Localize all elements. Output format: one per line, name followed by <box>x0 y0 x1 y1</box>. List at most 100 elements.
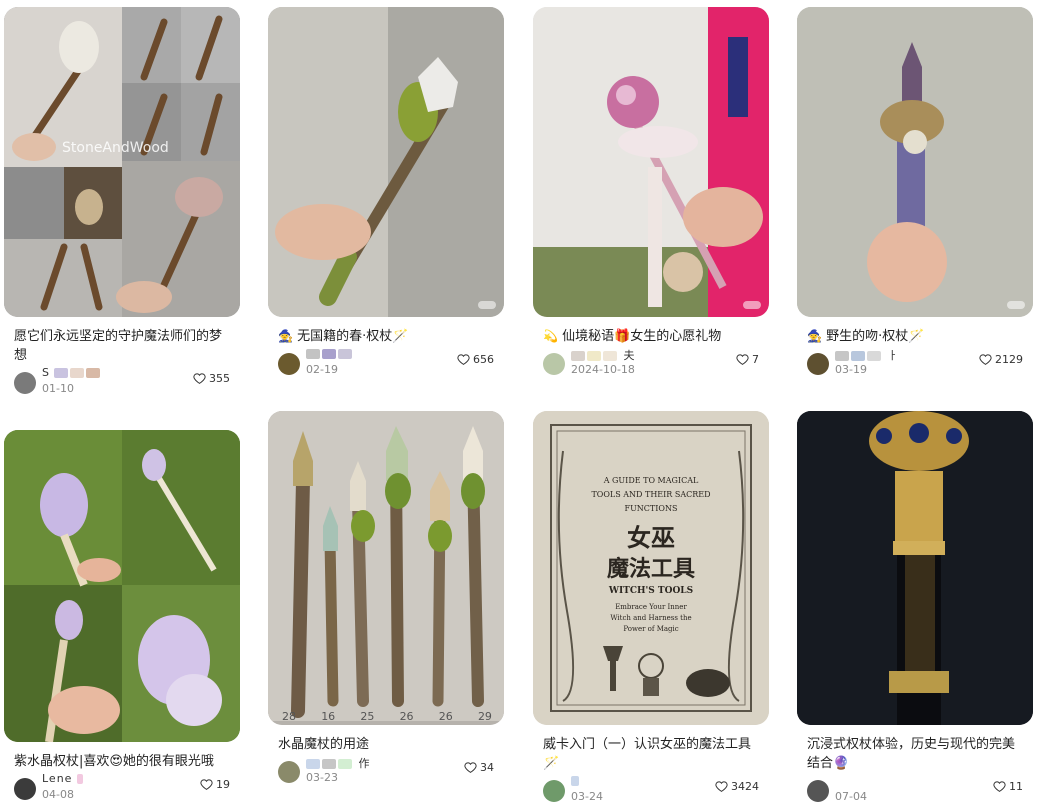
note-card[interactable]: StoneAndWood 愿它们永远坚定的守护魔法师们的梦想 S 01-10 3… <box>4 7 240 396</box>
wizard-icon: 🧙 <box>278 329 293 343</box>
heart-icon <box>715 781 728 792</box>
note-card[interactable]: 28 16 25 26 26 29 水晶魔杖的用途 作 03-23 34 <box>268 411 504 785</box>
avatar[interactable] <box>543 780 565 802</box>
avatar[interactable] <box>14 778 36 800</box>
heart-icon <box>736 354 749 365</box>
note-cover-image[interactable] <box>533 7 769 317</box>
avatar[interactable] <box>278 761 300 783</box>
stick-number: 16 <box>321 710 336 723</box>
note-meta: 03-24 3424 <box>543 776 759 804</box>
note-cover-image[interactable] <box>797 7 1033 317</box>
note-meta: 07-04 11 <box>807 780 1023 804</box>
author-name[interactable]: 作 <box>306 755 371 771</box>
note-meta: S 01-10 355 <box>14 366 230 396</box>
note-title[interactable]: 水晶魔杖的用途 <box>278 735 494 754</box>
heart-icon <box>457 354 470 365</box>
note-title[interactable]: 紫水晶权杖|喜欢😍她的很有眼光哦 <box>14 752 230 771</box>
avatar[interactable] <box>14 372 36 394</box>
author-name[interactable]: S <box>42 366 102 379</box>
note-cover-image[interactable]: 28 16 25 26 26 29 <box>268 411 504 725</box>
post-date: 04-08 <box>42 788 74 801</box>
note-cover-image[interactable] <box>4 430 240 742</box>
heart-icon <box>200 779 213 790</box>
book-subtitle-line1: A GUIDE TO MAGICAL <box>603 476 699 485</box>
note-title[interactable]: 威卡入门（一）认识女巫的魔法工具🪄 <box>543 735 759 773</box>
note-card[interactable]: 沉浸式权杖体验，历史与现代的完美结合🔮 07-04 11 <box>797 411 1033 804</box>
heart-icon <box>464 762 477 773</box>
author-name[interactable]: Lene <box>42 772 85 785</box>
post-date: 07-04 <box>835 790 867 803</box>
book-subtitle-line3: FUNCTIONS <box>625 504 678 513</box>
like-count: 11 <box>1009 780 1023 793</box>
watermark-text: StoneAndWood <box>62 140 169 156</box>
note-cover-image[interactable]: A GUIDE TO MAGICAL TOOLS AND THEIR SACRE… <box>533 411 769 725</box>
note-meta: 02-19 656 <box>278 349 494 377</box>
post-date: 2024-10-18 <box>571 363 635 376</box>
like-button[interactable]: 34 <box>464 761 494 774</box>
note-title[interactable]: 🧙 野生的吻·权杖🪄 <box>807 327 1023 346</box>
like-count: 3424 <box>731 780 759 793</box>
note-card[interactable]: A GUIDE TO MAGICAL TOOLS AND THEIR SACRE… <box>533 411 769 804</box>
author-name[interactable] <box>306 347 354 360</box>
note-title[interactable]: 💫 仙境秘语🎁女生的心愿礼物 <box>543 327 759 346</box>
note-card[interactable]: 🧙 野生的吻·权杖🪄 ㅏ 03-19 2129 <box>797 7 1033 377</box>
book-title-en: WITCH'S TOOLS <box>608 586 693 596</box>
stick-number: 29 <box>477 710 492 723</box>
note-card[interactable]: 💫 仙境秘语🎁女生的心愿礼物 夫 2024-10-18 7 <box>533 7 769 377</box>
like-count: 19 <box>216 778 230 791</box>
book-tagline-2: Witch and Harness the <box>610 614 691 622</box>
author-name[interactable]: ㅏ <box>835 347 899 363</box>
avatar[interactable] <box>807 780 829 802</box>
stick-number: 28 <box>282 710 296 723</box>
like-button[interactable]: 7 <box>736 353 759 366</box>
book-title-zh-line1: 女巫 <box>627 523 675 552</box>
sparkle-icon: 💫 <box>543 329 558 343</box>
like-count: 656 <box>473 353 494 366</box>
post-date: 03-24 <box>571 790 603 803</box>
note-meta: 作 03-23 34 <box>278 757 494 785</box>
author-name[interactable]: 夫 <box>571 347 636 363</box>
like-count: 2129 <box>995 353 1023 366</box>
like-button[interactable]: 2129 <box>979 353 1023 366</box>
note-card[interactable]: 🧙 无国籍的春·权杖🪄 02-19 656 <box>268 7 504 377</box>
post-date: 03-19 <box>835 363 867 376</box>
like-button[interactable]: 11 <box>993 780 1023 793</box>
note-meta: 夫 2024-10-18 7 <box>543 349 759 377</box>
stick-number: 26 <box>399 710 414 723</box>
like-button[interactable]: 19 <box>200 778 230 791</box>
note-cover-image[interactable] <box>797 411 1033 725</box>
note-feed: StoneAndWood 愿它们永远坚定的守护魔法师们的梦想 S 01-10 3… <box>0 0 1038 808</box>
book-tagline-3: Power of Magic <box>623 625 678 633</box>
note-meta: Lene 04-08 19 <box>14 772 230 802</box>
book-title-zh-line2: 魔法工具 <box>607 556 695 582</box>
avatar[interactable] <box>278 353 300 375</box>
like-count: 7 <box>752 353 759 366</box>
image-count-badge <box>478 301 496 309</box>
note-meta: ㅏ 03-19 2129 <box>807 349 1023 377</box>
book-subtitle-line2: TOOLS AND THEIR SACRED <box>591 490 710 499</box>
avatar[interactable] <box>543 353 565 375</box>
heart-icon <box>993 781 1006 792</box>
stick-number: 25 <box>360 710 375 723</box>
heart-icon <box>193 373 206 384</box>
note-title[interactable]: 沉浸式权杖体验，历史与现代的完美结合🔮 <box>807 735 1023 773</box>
note-title[interactable]: 🧙 无国籍的春·权杖🪄 <box>278 327 494 346</box>
note-cover-image[interactable] <box>268 7 504 317</box>
image-count-badge <box>743 301 761 309</box>
stick-number-row: 28 16 25 26 26 29 <box>282 710 492 723</box>
author-name[interactable] <box>571 774 581 787</box>
note-card[interactable]: 紫水晶权杖|喜欢😍她的很有眼光哦 Lene 04-08 19 <box>4 430 240 802</box>
image-count-badge <box>1007 301 1025 309</box>
like-button[interactable]: 355 <box>193 372 230 385</box>
post-date: 03-23 <box>306 771 338 784</box>
heart-icon <box>979 354 992 365</box>
post-date: 02-19 <box>306 363 338 376</box>
post-date: 01-10 <box>42 382 74 395</box>
like-count: 34 <box>480 761 494 774</box>
note-cover-image[interactable]: StoneAndWood <box>4 7 240 317</box>
note-title[interactable]: 愿它们永远坚定的守护魔法师们的梦想 <box>14 327 230 365</box>
stick-number: 26 <box>438 710 453 723</box>
like-button[interactable]: 3424 <box>715 780 759 793</box>
avatar[interactable] <box>807 353 829 375</box>
like-button[interactable]: 656 <box>457 353 494 366</box>
